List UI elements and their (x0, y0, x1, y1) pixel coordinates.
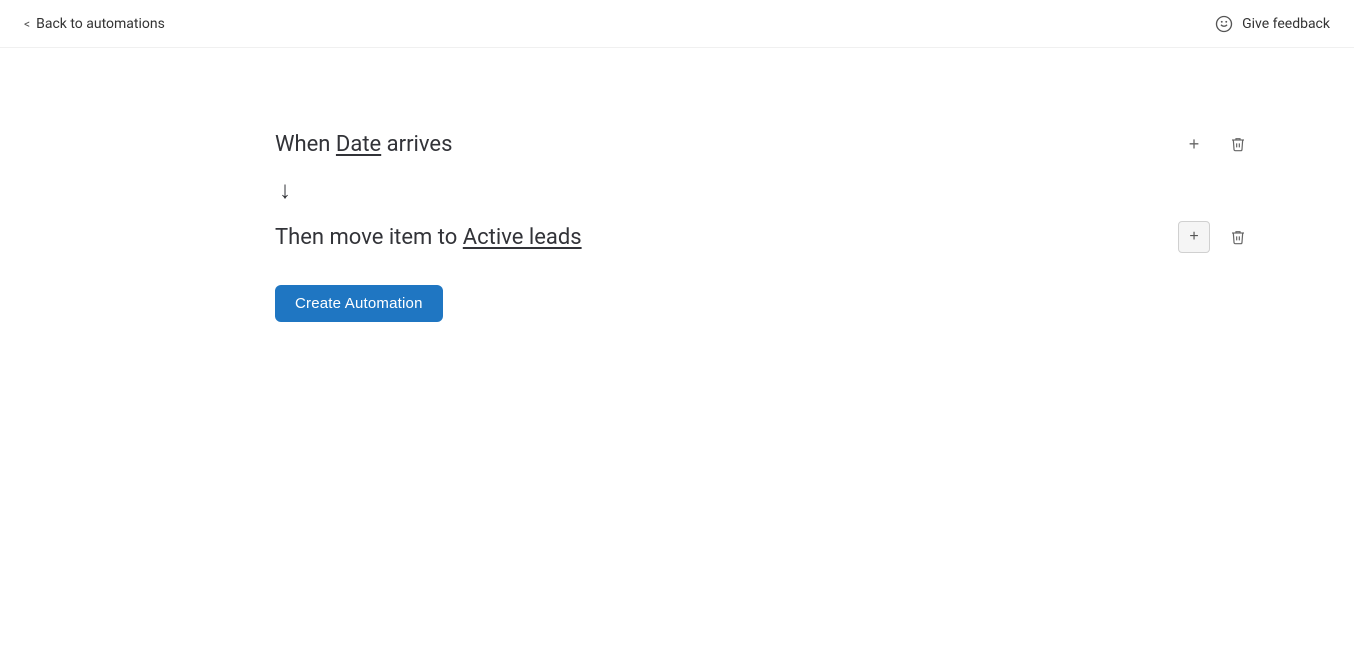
then-delete-button[interactable] (1222, 221, 1254, 253)
flow-arrow: ↓ (275, 176, 1354, 205)
then-row: Then move item to Active leads + (275, 221, 1354, 253)
when-row: When Date arrives + (275, 128, 1354, 160)
when-suffix: arrives (381, 132, 452, 157)
feedback-label: Give feedback (1242, 16, 1330, 32)
create-automation-button[interactable]: Create Automation (275, 285, 443, 322)
top-bar: < Back to automations Give feedback (0, 0, 1354, 48)
when-row-actions: + (1178, 128, 1254, 160)
chevron-left-icon: < (24, 17, 30, 31)
then-prefix: Then move item to (275, 225, 463, 250)
when-prefix: When (275, 132, 336, 157)
when-condition-text: When Date arrives (275, 132, 452, 157)
automation-builder: When Date arrives + ↓ Then move item to … (0, 48, 1354, 322)
when-delete-button[interactable] (1222, 128, 1254, 160)
when-trigger[interactable]: Date (336, 132, 381, 157)
when-add-button[interactable]: + (1178, 128, 1210, 160)
back-label: Back to automations (36, 16, 165, 32)
then-add-button[interactable]: + (1178, 221, 1210, 253)
then-destination[interactable]: Active leads (463, 225, 582, 250)
give-feedback-button[interactable]: Give feedback (1214, 14, 1330, 34)
then-row-actions: + (1178, 221, 1254, 253)
feedback-icon (1214, 14, 1234, 34)
back-to-automations-link[interactable]: < Back to automations (24, 16, 165, 32)
then-action-text: Then move item to Active leads (275, 225, 582, 250)
